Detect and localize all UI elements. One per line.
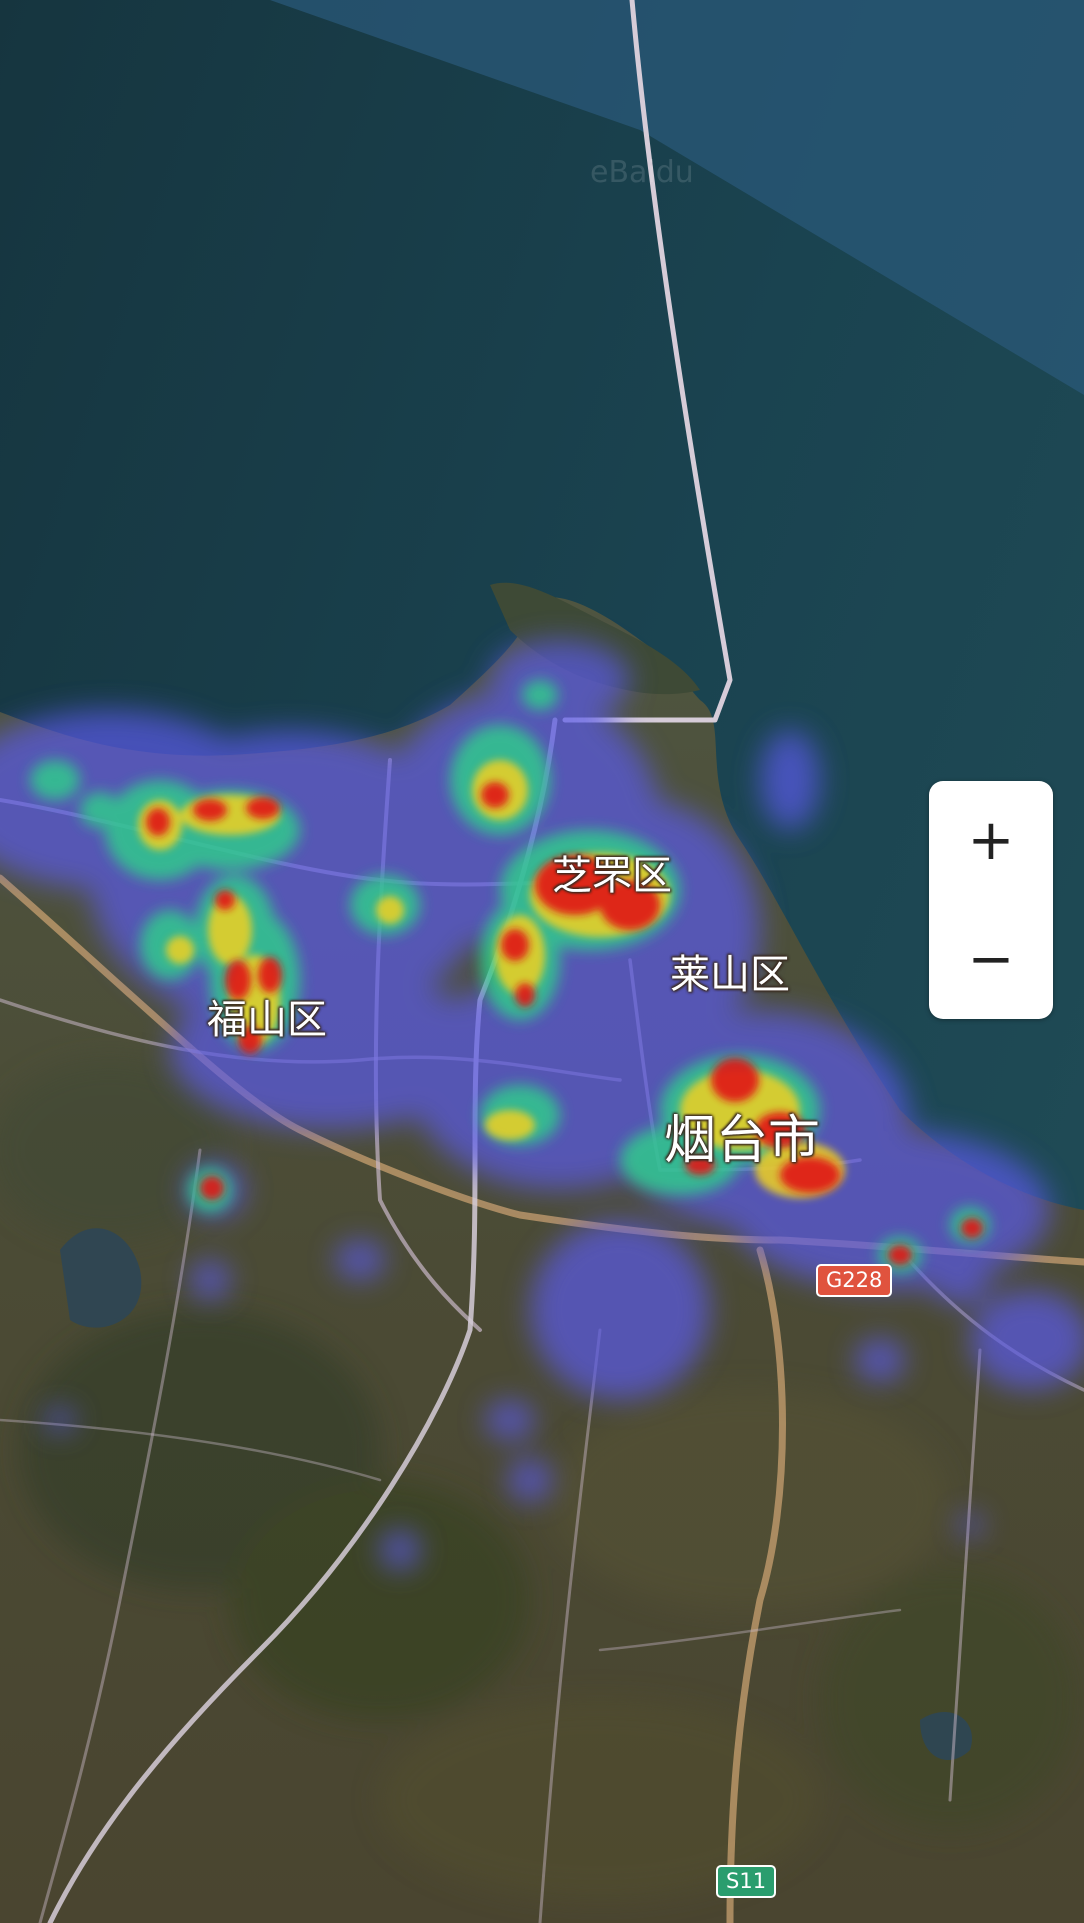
zoom-in-button[interactable]: + <box>929 781 1053 900</box>
road-badge-g228: G228 <box>816 1264 893 1297</box>
minus-icon: − <box>967 927 1015 992</box>
city-label-yantai[interactable]: 烟台市 <box>664 1098 820 1173</box>
zoom-control: + − <box>929 781 1053 1019</box>
district-label-laishan[interactable]: 莱山区 <box>670 942 790 1000</box>
plus-icon: + <box>967 808 1015 873</box>
map-watermark: eBaidu <box>590 155 694 190</box>
zoom-out-button[interactable]: − <box>929 900 1053 1019</box>
district-label-fushan[interactable]: 福山区 <box>207 987 327 1045</box>
road-badge-s11: S11 <box>716 1865 777 1898</box>
map-viewport[interactable]: eBaidu 芝罘区 莱山区 福山区 烟台市 G228 S11 + − <box>0 0 1084 1923</box>
district-label-zhifu[interactable]: 芝罘区 <box>552 843 672 901</box>
map-canvas[interactable] <box>0 0 1084 1923</box>
